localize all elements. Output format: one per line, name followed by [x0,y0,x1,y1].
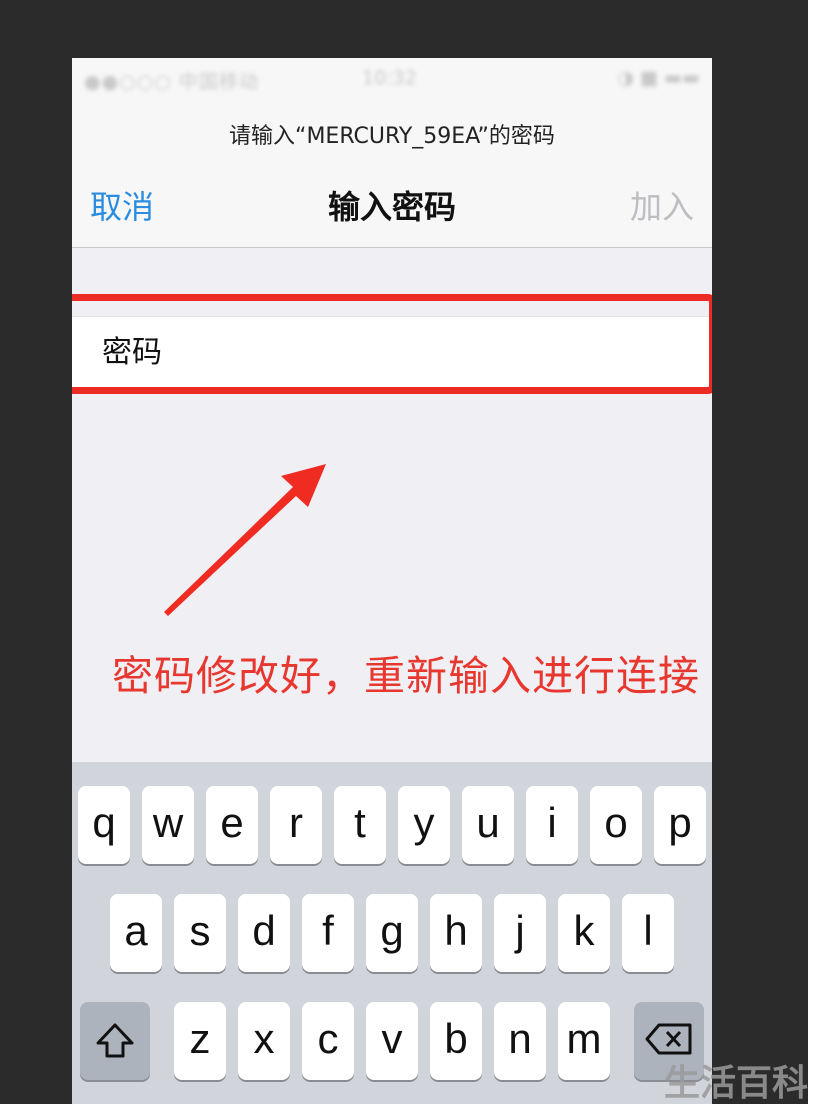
cancel-button[interactable]: 取消 [90,182,154,228]
key-x[interactable]: x [238,1002,290,1080]
key-b[interactable]: b [430,1002,482,1080]
key-g[interactable]: g [366,894,418,972]
page-title: 输入密码 [327,188,456,226]
password-row [72,316,712,388]
status-time: 10:32 [362,67,417,89]
key-f[interactable]: f [302,894,354,972]
key-j[interactable]: j [494,894,546,972]
key-l[interactable]: l [622,894,674,972]
key-m[interactable]: m [558,1002,610,1080]
battery-indicators: ◑ ■ ▬▬ [617,67,700,89]
key-k[interactable]: k [558,894,610,972]
phone-screen: ●●○○○ 中国移动 10:32 ◑ ■ ▬▬ 请输入“MERCURY_59EA… [72,58,712,1104]
key-r[interactable]: r [270,786,322,864]
nav-bar: 请输入“MERCURY_59EA”的密码 取消 输入密码 加入 [72,98,712,248]
key-e[interactable]: e [206,786,258,864]
key-t[interactable]: t [334,786,386,864]
key-o[interactable]: o [590,786,642,864]
key-i[interactable]: i [526,786,578,864]
key-u[interactable]: u [462,786,514,864]
status-bar: ●●○○○ 中国移动 10:32 ◑ ■ ▬▬ [72,58,712,98]
key-h[interactable]: h [430,894,482,972]
page-edge [808,0,818,1104]
key-n[interactable]: n [494,1002,546,1080]
backspace-icon [645,1023,692,1055]
key-p[interactable]: p [654,786,706,864]
shift-icon [96,1023,134,1058]
key-y[interactable]: y [398,786,450,864]
join-button[interactable]: 加入 [630,182,694,228]
network-prompt: 请输入“MERCURY_59EA”的密码 [229,124,555,149]
key-v[interactable]: v [366,1002,418,1080]
shift-key[interactable] [80,1002,150,1080]
key-c[interactable]: c [302,1002,354,1080]
key-w[interactable]: w [142,786,194,864]
carrier-signal: ●●○○○ 中国移动 [84,71,259,93]
password-input[interactable] [72,317,712,387]
key-a[interactable]: a [110,894,162,972]
key-d[interactable]: d [238,894,290,972]
delete-key[interactable] [634,1002,704,1080]
key-q[interactable]: q [78,786,130,864]
keyboard: qwertyuiop asdfghjkl zxcvbnm [72,762,712,1104]
key-z[interactable]: z [174,1002,226,1080]
key-s[interactable]: s [174,894,226,972]
